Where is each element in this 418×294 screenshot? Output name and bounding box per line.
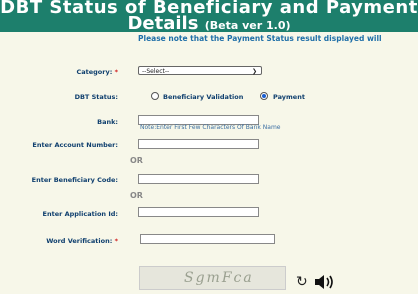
- captcha-image: SgmFca: [139, 266, 286, 290]
- chevron-down-icon: ❯: [251, 68, 257, 75]
- version-label: (Beta ver 1.0): [204, 19, 291, 32]
- payment-label: Payment: [273, 93, 305, 101]
- beneficiary-code-input[interactable]: [138, 174, 259, 184]
- or-separator: OR: [130, 191, 143, 200]
- or-separator: OR: [130, 156, 143, 165]
- account-number-input[interactable]: [138, 139, 259, 149]
- account-number-label: Enter Account Number:: [32, 141, 118, 149]
- speaker-icon[interactable]: [314, 274, 336, 294]
- dbt-status-label: DBT Status:: [74, 93, 118, 101]
- beneficiary-code-label: Enter Beneficiary Code:: [31, 176, 118, 184]
- application-id-input[interactable]: [138, 207, 259, 217]
- category-label-text: Category:: [76, 68, 113, 76]
- bank-note: Note:Enter First Few Characters Of Bank …: [140, 124, 281, 131]
- page-title-line2: Details (Beta ver 1.0): [0, 13, 418, 34]
- beneficiary-validation-radio[interactable]: [151, 92, 159, 100]
- category-select[interactable]: --Select-- ❯: [138, 66, 262, 75]
- page-title-details: Details: [127, 13, 199, 34]
- required-marker: *: [114, 68, 118, 76]
- bank-label: Bank:: [97, 118, 118, 126]
- category-label: Category: *: [0, 68, 118, 76]
- word-verification-input[interactable]: [140, 234, 275, 244]
- page-header: DBT Status of Beneficiary and Payment De…: [0, 0, 418, 34]
- payment-radio[interactable]: [260, 92, 268, 100]
- payment-status-notice: Please note that the Payment Status resu…: [138, 34, 382, 43]
- captcha-text: SgmFca: [184, 270, 254, 286]
- application-id-label: Enter Application Id:: [42, 210, 118, 218]
- word-verification-label: Word Verification: *: [0, 237, 118, 245]
- category-select-value: --Select--: [142, 68, 170, 75]
- word-verification-label-text: Word Verification:: [46, 237, 113, 245]
- beneficiary-validation-label: Beneficiary Validation: [163, 93, 244, 101]
- required-marker: *: [114, 237, 118, 245]
